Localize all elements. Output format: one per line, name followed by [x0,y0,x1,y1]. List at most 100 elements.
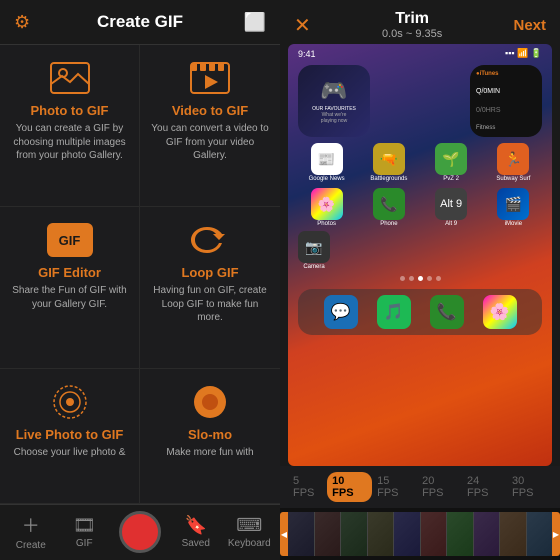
app-imovie: 🎬 iMovie [485,188,542,227]
gif-nav-label: GIF [76,538,93,549]
close-button[interactable]: ✕ [294,13,311,38]
timeline-thumb-4 [368,512,395,556]
dock-photos: 🌸 [483,295,517,329]
dot-1 [400,276,405,281]
loop-gif-title: Loop GIF [181,265,238,280]
fitness-widget: ●iTunes Q/0MIN 0/0HRS Fitness [470,65,542,137]
keyboard-icon: ⌨ [236,515,262,536]
gif-nav-icon: 🎞 [73,515,96,536]
timeline[interactable]: ◀ ▶ [280,508,560,560]
saved-label: Saved [182,538,210,549]
photo-to-gif-title: Photo to GIF [31,103,109,118]
record-button[interactable] [119,511,161,553]
dock-phone: 📞 [430,295,464,329]
feature-grid: Photo to GIF You can create a GIF by cho… [0,44,280,504]
bottom-nav: ＋ Create 🎞 GIF 🔖 Saved ⌨ Keyboard [0,504,280,560]
photo-to-gif-desc: You can create a GIF by choosing multipl… [10,122,129,163]
fps-20[interactable]: 20 FPS [417,472,462,502]
timeline-thumbs [288,512,552,556]
create-gif-title: Create GIF [97,12,183,32]
timeline-thumb-5 [394,512,421,556]
time-display: 9:41 [298,49,316,59]
timeline-thumb-10 [527,512,553,556]
app-pvz: 🌱 PvZ 2 [423,143,480,182]
slo-mo-title: Slo-mo [188,427,232,442]
nav-create[interactable]: ＋ Create [4,512,58,551]
phone-screen: 9:41 ▪▪▪ 📶 🔋 🎮 OUR FAVOURITES What we're… [288,44,552,466]
nav-record[interactable] [111,511,169,553]
left-header: ⚙ Create GIF ⬜ [0,0,280,44]
timeline-thumb-2 [315,512,342,556]
dot-4 [427,276,432,281]
app-google-news: 📰 Google News [298,143,355,182]
right-panel: ✕ Trim 0.0s ~ 9.35s Next 9:41 ▪▪▪ 📶 🔋 🎮 … [280,0,560,560]
photo-to-gif-item[interactable]: Photo to GIF You can create a GIF by cho… [0,45,140,207]
nav-keyboard[interactable]: ⌨ Keyboard [223,515,277,549]
dot-3 [418,276,423,281]
loop-gif-item[interactable]: Loop GIF Having fun on GIF, create Loop … [140,207,280,369]
live-photo-item[interactable]: Live Photo to GIF Choose your live photo… [0,369,140,504]
app-phone: 📞 Phone [360,188,417,227]
trim-header: ✕ Trim 0.0s ~ 9.35s Next [280,0,560,44]
gif-editor-title: GIF Editor [38,265,101,280]
video-icon [185,59,235,97]
gif-editor-desc: Share the Fun of GIF with your Gallery G… [10,284,129,311]
slo-mo-item[interactable]: Slo-mo Make more fun with [140,369,280,504]
dot-2 [409,276,414,281]
app-subway-surf: 🏃 Subway Surf [485,143,542,182]
timeline-thumb-3 [341,512,368,556]
slo-mo-icon [185,383,235,421]
camera-row: 📷 Camera [288,229,552,272]
create-label: Create [16,540,46,551]
phone-dock: 💬 🎵 📞 🌸 [298,289,542,335]
keyboard-label: Keyboard [228,538,271,549]
video-to-gif-desc: You can convert a video to GIF from your… [150,122,270,163]
left-panel: ⚙ Create GIF ⬜ Photo to GIF You can crea… [0,0,280,560]
timeline-thumb-9 [500,512,527,556]
trim-title-area: Trim 0.0s ~ 9.35s [382,10,442,40]
status-bar: 9:41 ▪▪▪ 📶 🔋 [288,44,552,63]
signal-icons: ▪▪▪ 📶 🔋 [505,48,542,59]
fps-15[interactable]: 15 FPS [372,472,417,502]
timeline-right-handle[interactable]: ▶ [552,512,560,556]
fps-10[interactable]: 10 FPS [327,472,372,502]
nav-gif[interactable]: 🎞 GIF [58,515,112,549]
app-battlegrounds: 🔫 Battlegrounds [360,143,417,182]
slo-mo-desc: Make more fun with [166,446,253,460]
live-photo-icon [45,383,95,421]
dock-messages: 💬 [324,295,358,329]
photo-icon [45,59,95,97]
trim-title: Trim [382,10,442,28]
saved-icon: 🔖 [185,515,207,536]
next-button[interactable]: Next [513,17,546,34]
upload-icon[interactable]: ⬜ [244,12,266,33]
live-photo-title: Live Photo to GIF [16,427,124,442]
timeline-thumb-6 [421,512,448,556]
phone-preview: 9:41 ▪▪▪ 📶 🔋 🎮 OUR FAVOURITES What we're… [288,44,552,466]
video-to-gif-item[interactable]: Video to GIF You can convert a video to … [140,45,280,207]
loop-gif-icon [185,221,235,259]
page-dots [288,272,552,285]
live-photo-desc: Choose your live photo & [14,446,126,460]
timeline-thumb-7 [447,512,474,556]
featured-widget: 🎮 OUR FAVOURITES What we're playing now [298,65,370,137]
video-to-gif-title: Video to GIF [172,103,248,118]
fps-24[interactable]: 24 FPS [462,472,507,502]
gif-editor-item[interactable]: GIF GIF Editor Share the Fun of GIF with… [0,207,140,369]
timeline-left-handle[interactable]: ◀ [280,512,288,556]
dot-5 [436,276,441,281]
timeline-thumb-1 [288,512,315,556]
create-icon: ＋ [22,512,40,538]
fps-bar: 5 FPS 10 FPS 15 FPS 20 FPS 24 FPS 30 FPS [280,466,560,508]
app-photos: 🌸 Photos [298,188,355,227]
gear-icon[interactable]: ⚙ [14,12,30,33]
gif-editor-icon: GIF [45,221,95,259]
loop-gif-desc: Having fun on GIF, create Loop GIF to ma… [150,284,270,325]
dock-spotify: 🎵 [377,295,411,329]
fps-5[interactable]: 5 FPS [288,472,327,502]
app-alt: Alt 9 Alt 9 [423,188,480,227]
trim-range: 0.0s ~ 9.35s [382,28,442,40]
fps-30[interactable]: 30 FPS [507,472,552,502]
nav-saved[interactable]: 🔖 Saved [169,515,223,549]
timeline-thumb-8 [474,512,501,556]
